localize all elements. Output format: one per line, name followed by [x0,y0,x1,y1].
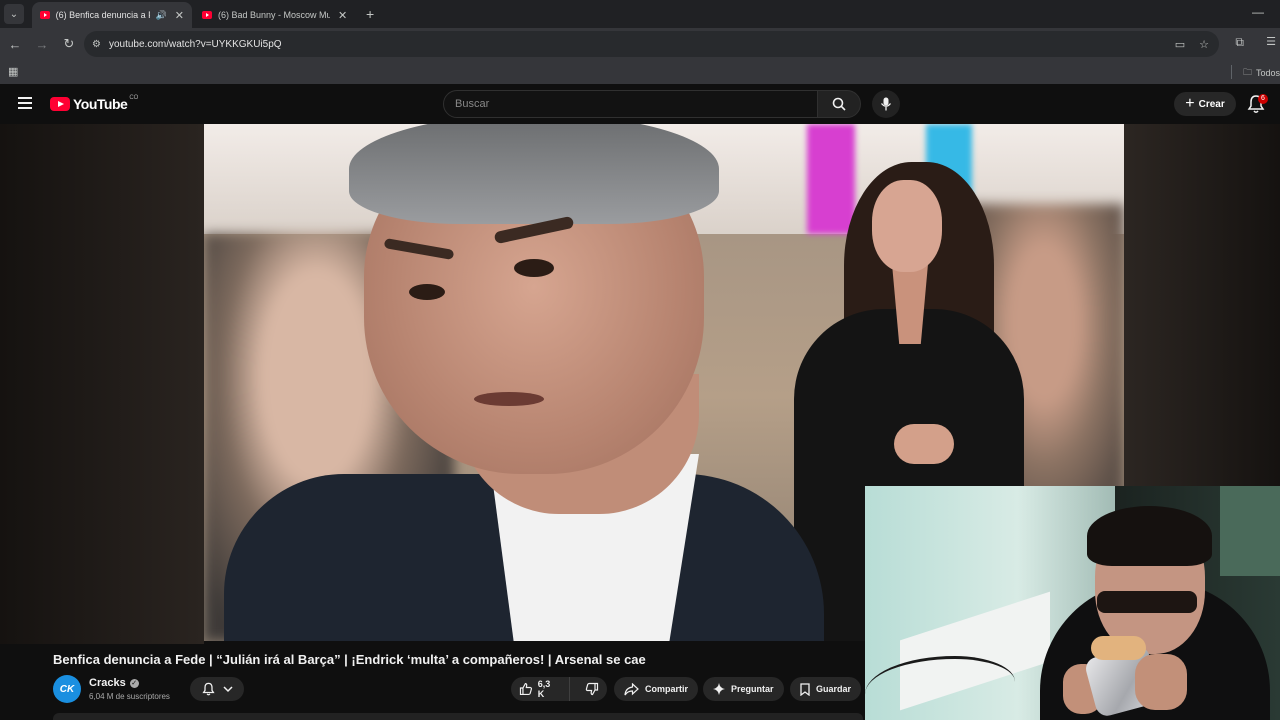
share-label: Compartir [645,684,689,694]
tab-close-icon[interactable]: ✕ [175,9,184,22]
channel-avatar[interactable]: CK [53,675,81,703]
thumbs-down-icon [585,682,599,696]
address-bar[interactable]: ⚙ youtube.com/watch?v=UYKKGKUi5pQ ▭ ☆ [84,31,1219,57]
share-arrow-icon [624,682,639,695]
browser-menu-icon[interactable]: ☰ [1266,35,1276,48]
url-text: youtube.com/watch?v=UYKKGKUi5pQ [108,38,282,50]
create-button[interactable]: + Crear [1174,92,1236,116]
bell-icon [201,682,215,696]
site-info-icon[interactable]: ⚙ [92,39,101,50]
back-icon[interactable]: ← [3,37,27,52]
tab-title: (6) Benfica denuncia a Fede [55,10,150,20]
ask-label: Preguntar [731,684,774,694]
dislike-button[interactable] [576,682,607,696]
like-button[interactable]: 6,3 K [511,677,570,701]
speaker-icon[interactable]: 🔊 [156,10,167,21]
subscriber-count: 6,04 M de suscriptores [89,692,170,701]
browser-tab-strip: ⌄ (6) Benfica denuncia a Fede 🔊 ✕ (6) Ba… [0,0,1280,28]
microphone-icon [880,97,892,111]
logo-text: YouTube [73,96,128,112]
ambient-glow-right [1124,124,1280,486]
webcam-overlay [865,486,1280,720]
browser-toolbar: ← → ↻ ⚙ youtube.com/watch?v=UYKKGKUi5pQ … [0,28,1280,60]
video-frame-man-hair [349,124,719,224]
save-button[interactable]: Guardar [790,677,862,701]
youtube-play-icon [50,97,70,111]
webcam-person-glasses [1097,591,1197,613]
webcam-person-hand-right [1135,654,1187,710]
youtube-favicon-icon [202,11,212,19]
webcam-panel [1220,486,1280,576]
video-title: Benfica denuncia a Fede | “Julián irá al… [53,652,646,667]
like-count: 6,3 K [537,679,551,699]
bookmarks-bar: ▦ 🗀 Todos [0,60,1280,84]
webcam-person-hair [1087,506,1212,566]
extensions-icon[interactable]: ⧉ [1235,35,1244,50]
youtube-favicon-icon [40,11,50,19]
ask-button[interactable]: Preguntar [703,677,784,701]
channel-name: Cracks [89,677,126,689]
youtube-header: YouTube CO Buscar + Crear 6 [0,84,1280,124]
thumbs-up-icon [519,682,533,696]
search-input[interactable]: Buscar [443,90,818,118]
cast-icon[interactable]: ▭ [1175,38,1185,51]
video-frame-man-eye-left [409,284,445,300]
bookmark-star-icon[interactable]: ☆ [1199,38,1209,51]
video-frame-presenter-hand [894,424,954,464]
video-frame-man-mouth [474,392,544,406]
notification-badge: 6 [1258,94,1268,104]
save-label: Guardar [816,684,852,694]
reload-icon[interactable]: ↻ [57,36,81,52]
all-bookmarks-label: Todos [1255,68,1280,78]
tab-search-button[interactable]: ⌄ [4,4,24,24]
share-button[interactable]: Compartir [614,677,699,701]
create-label: Crear [1198,98,1225,110]
guide-menu-icon[interactable] [18,97,32,109]
video-frame-pink-light [807,124,855,234]
search-icon [832,97,846,111]
verified-badge-icon: ✓ [129,678,139,688]
tab-title: (6) Bad Bunny - Moscow Mule [218,10,330,20]
ambient-glow-left [0,124,204,644]
tab-close-icon[interactable]: ✕ [338,9,347,22]
video-frame-man-eye-right [514,259,554,277]
region-code: CO [129,95,139,101]
minimize-icon[interactable]: — [1252,5,1264,19]
new-tab-icon[interactable]: + [366,6,374,22]
tab-bad-bunny[interactable]: (6) Bad Bunny - Moscow Mule ✕ [194,2,356,28]
search-button[interactable] [817,90,861,118]
chevron-down-icon [222,686,233,693]
voice-search-button[interactable] [872,90,900,118]
subscribed-notifications-button[interactable] [190,677,244,701]
bookmarks-separator [1231,65,1232,79]
description-box-top[interactable] [53,713,863,720]
plus-icon: + [1185,95,1195,112]
tab-benfica[interactable]: (6) Benfica denuncia a Fede 🔊 ✕ [32,2,192,28]
youtube-logo[interactable]: YouTube CO [50,95,139,112]
apps-grid-icon[interactable]: ▦ [8,65,18,78]
channel-name-link[interactable]: Cracks ✓ [89,677,139,689]
video-frame-presenter-face [872,180,942,272]
forward-icon[interactable]: → [30,37,54,52]
sparkle-icon [713,683,725,695]
all-bookmarks-button[interactable]: 🗀 Todos [1243,65,1280,81]
like-dislike-group: 6,3 K [511,677,607,701]
bookmark-icon [800,682,810,696]
folder-icon: 🗀 [1242,67,1252,77]
webcam-food [1091,636,1146,660]
